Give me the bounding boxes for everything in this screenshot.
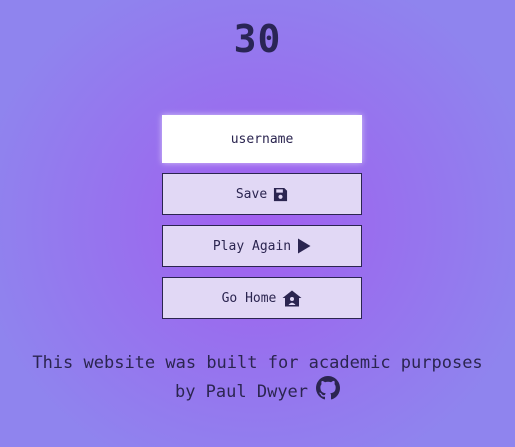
footer-line-academic: This website was built for academic purp… (32, 353, 483, 373)
footer-line-author: by Paul Dwyer (0, 376, 515, 408)
play-icon (297, 238, 311, 254)
go-home-button-label: Go Home (221, 290, 277, 306)
play-again-button-label: Play Again (212, 238, 292, 254)
username-input[interactable] (162, 115, 362, 163)
play-again-button[interactable]: Play Again (162, 225, 362, 267)
go-home-button[interactable]: Go Home (162, 277, 362, 319)
floppy-disk-icon (273, 187, 288, 202)
save-button[interactable]: Save (162, 173, 362, 215)
footer-author-text: by Paul Dwyer (174, 382, 309, 402)
score-display: 30 (233, 17, 282, 61)
github-icon[interactable] (316, 376, 341, 408)
save-button-label: Save (235, 186, 268, 202)
footer: This website was built for academic purp… (0, 350, 515, 408)
house-user-icon (282, 290, 302, 307)
